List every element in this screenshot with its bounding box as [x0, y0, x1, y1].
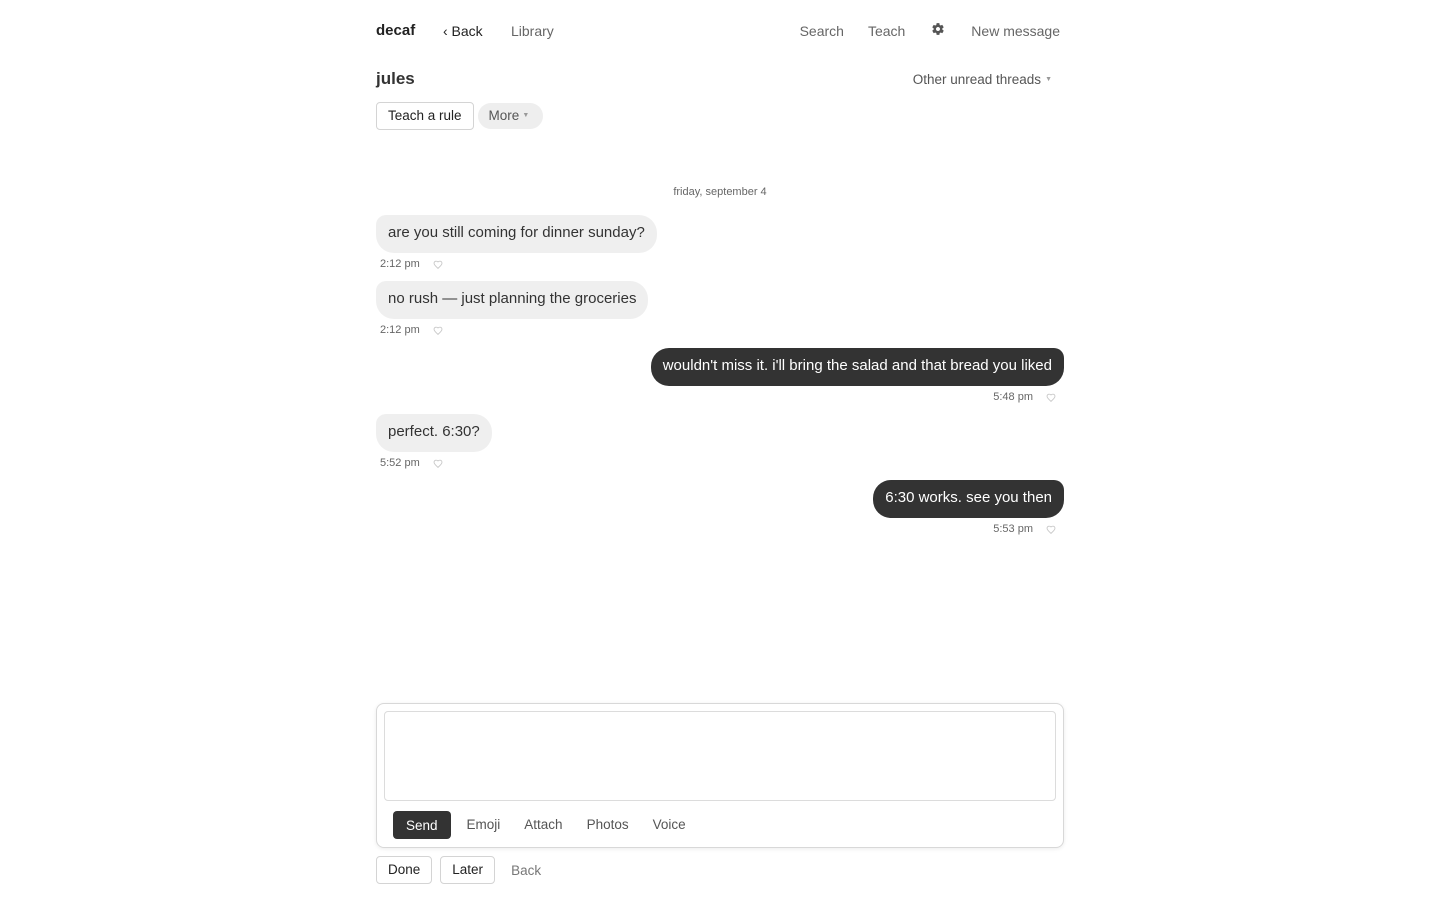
teach-link[interactable]: Teach [868, 23, 905, 40]
message-meta: 5:52 pm [376, 457, 492, 470]
emoji-button[interactable]: Emoji [467, 817, 501, 833]
more-label: More [488, 108, 520, 123]
message-incoming: perfect. 6:30? 5:52 pm [376, 414, 492, 470]
attach-button[interactable]: Attach [524, 817, 562, 833]
heart-icon[interactable] [433, 260, 443, 269]
back-link[interactable]: ‹ Back [443, 23, 483, 40]
teach-rule-button[interactable]: Teach a rule [376, 102, 474, 130]
message-input[interactable] [384, 711, 1056, 801]
more-dropdown-button[interactable]: More ▼ [477, 103, 544, 129]
top-nav: decaf ‹ Back Library Search Teach New me… [376, 22, 1064, 42]
message-bubble[interactable]: 6:30 works. see you then [873, 480, 1064, 518]
send-button[interactable]: Send [393, 811, 451, 839]
message-time: 5:53 pm [993, 523, 1033, 535]
message-time: 5:48 pm [993, 391, 1033, 403]
done-button[interactable]: Done [376, 856, 433, 884]
message-bubble[interactable]: wouldn't miss it. i'll bring the salad a… [650, 348, 1064, 386]
voice-button[interactable]: Voice [653, 817, 686, 833]
message-meta: 2:12 pm [376, 258, 657, 271]
message-outgoing: 6:30 works. see you then 5:53 pm [873, 480, 1064, 536]
thread-footer-actions: Done Later Back [376, 856, 541, 884]
other-unread-label: Other unread threads [912, 72, 1042, 87]
message-composer: Send Emoji Attach Photos Voice [376, 703, 1064, 848]
library-link[interactable]: Library [511, 23, 554, 40]
message-outgoing: wouldn't miss it. i'll bring the salad a… [650, 348, 1064, 404]
message-meta: 2:12 pm [376, 324, 648, 337]
message-incoming: are you still coming for dinner sunday? … [376, 215, 657, 271]
caret-down-icon: ▼ [522, 112, 530, 120]
message-meta: 5:48 pm [651, 391, 1064, 404]
other-unread-threads-dropdown[interactable]: Other unread threads ▼ [913, 72, 1052, 88]
later-button[interactable]: Later [440, 856, 496, 884]
heart-icon[interactable] [433, 459, 443, 468]
message-bubble[interactable]: perfect. 6:30? [376, 414, 492, 452]
message-bubble[interactable]: are you still coming for dinner sunday? [376, 215, 657, 253]
heart-icon[interactable] [1046, 525, 1056, 534]
thread-header: jules Other unread threads ▼ [376, 69, 1064, 89]
new-message-link[interactable]: New message [971, 23, 1060, 40]
composer-toolbar: Send Emoji Attach Photos Voice [393, 811, 686, 839]
photos-button[interactable]: Photos [587, 817, 629, 833]
message-bubble[interactable]: no rush — just planning the groceries [376, 281, 649, 319]
app-brand[interactable]: decaf [376, 22, 415, 40]
heart-icon[interactable] [433, 326, 443, 335]
footer-back-link[interactable]: Back [511, 863, 541, 878]
message-time: 2:12 pm [380, 258, 420, 270]
message-time: 5:52 pm [380, 457, 420, 469]
message-time: 2:12 pm [380, 324, 420, 336]
thread-actions: Teach a rule More ▼ [376, 102, 544, 130]
message-incoming: no rush — just planning the groceries 2:… [376, 281, 649, 337]
search-link[interactable]: Search [800, 23, 844, 40]
date-separator: friday, september 4 [673, 186, 767, 198]
message-meta: 5:53 pm [873, 523, 1064, 536]
gear-icon[interactable] [931, 22, 945, 36]
heart-icon[interactable] [1046, 393, 1056, 402]
caret-down-icon: ▼ [1045, 76, 1052, 84]
top-nav-right: Search Teach New message [776, 22, 1060, 40]
